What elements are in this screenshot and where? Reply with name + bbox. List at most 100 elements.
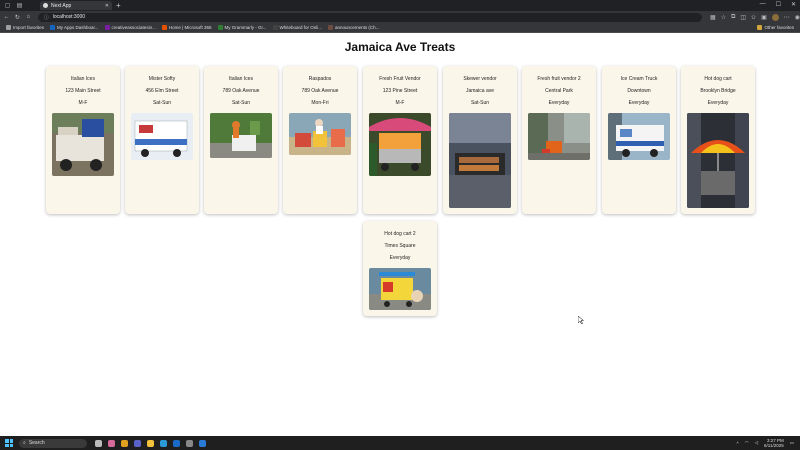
- refresh-icon[interactable]: ↻: [13, 14, 22, 21]
- vendor-card: Italian Ices 789 Oak Avenue Sat-Sun: [204, 66, 278, 214]
- fruit-stand-street-photo: [528, 113, 590, 160]
- vendor-card: Skewer vendor Jamaica ave Sat-Sun: [443, 66, 517, 214]
- home-icon[interactable]: ⌂: [24, 14, 33, 20]
- notifications-icon[interactable]: ▭: [790, 440, 794, 446]
- clock-date: 6/11/2025: [764, 443, 784, 448]
- vendor-card: Italian Ices 123 Main Street M-F: [46, 66, 120, 214]
- window-menu-icon[interactable]: ▢: [3, 1, 12, 10]
- toolbar-icons: ▦ ☆ ⧉ ◫ ✩ ▣ ⋯ ◉: [710, 13, 800, 21]
- bookmark-item[interactable]: announcements (Ch...: [328, 25, 379, 30]
- bookmark-item[interactable]: Import favorites: [6, 25, 44, 30]
- close-tab-icon[interactable]: ✕: [105, 3, 109, 9]
- bookmark-label: Home | Microsoft 365: [168, 25, 212, 30]
- site-info-icon[interactable]: ⓘ: [44, 14, 49, 21]
- search-icon: ⌕: [23, 440, 26, 446]
- settings-icon[interactable]: [186, 439, 193, 447]
- vendor-location: Jamaica ave: [465, 88, 495, 94]
- taskbar-search[interactable]: ⌕ Search: [19, 438, 87, 448]
- bookmark-item[interactable]: Home | Microsoft 365: [161, 25, 212, 30]
- vendor-days: Sat-Sun: [470, 100, 490, 106]
- vendor-days: M-F: [395, 100, 405, 106]
- bookmark-label: Import favorites: [13, 25, 45, 30]
- vendor-card: Hot dog cart 2 Times Square Everyday: [363, 221, 437, 316]
- bookmark-item[interactable]: Whiteboard for Onli...: [272, 25, 322, 30]
- folder-icon: [757, 25, 763, 30]
- teams-icon[interactable]: [134, 439, 141, 447]
- edge-icon[interactable]: [160, 439, 167, 447]
- vendor-days: Everyday: [707, 100, 729, 106]
- search-label: Search: [28, 440, 45, 446]
- browser-window: ▢ ▤ Next App ✕ + — ☐ ✕ ← ↻ ⌂ ⓘ localhost…: [0, 0, 800, 450]
- bookmark-icon: [161, 25, 167, 30]
- chevron-up-icon[interactable]: ^: [737, 441, 739, 446]
- favorite-star-icon[interactable]: ☆: [721, 14, 726, 21]
- bookmark-label: creativeassociatesin...: [111, 25, 156, 30]
- volume-icon[interactable]: ◁: [755, 440, 758, 446]
- copilot-app-icon[interactable]: [108, 439, 115, 447]
- vendor-card: Ice Cream Truck Downtown Everyday: [602, 66, 676, 214]
- bookmark-icon: [104, 25, 110, 30]
- vendor-card: Hot dog cart Brooklyn Bridge Everyday: [681, 66, 755, 214]
- skewer-grill-photo: [449, 113, 511, 208]
- ices-vendor-park-photo: [210, 113, 272, 158]
- vendor-location: Central Park: [545, 88, 573, 94]
- collections-icon[interactable]: ▣: [761, 14, 767, 21]
- raspados-stand-photo: [289, 113, 351, 155]
- bookmark-item[interactable]: My Grammarly - Gr...: [217, 25, 267, 30]
- system-tray: ^ ◠ ◁ 3:27 PM 6/11/2025 ▭: [737, 438, 794, 448]
- bookmark-label: announcements (Ch...: [335, 25, 380, 30]
- back-icon[interactable]: ←: [2, 14, 11, 20]
- profile-avatar[interactable]: [771, 13, 779, 21]
- extensions-icon[interactable]: ⧉: [731, 14, 735, 21]
- ices-cart-photo: [52, 113, 114, 176]
- wifi-icon[interactable]: ◠: [745, 440, 749, 446]
- other-favorites[interactable]: Other favorites: [757, 25, 794, 30]
- address-text: localhost:3000: [52, 14, 86, 20]
- vendor-card: Fresh Fruit Vendor 123 Pine Street M-F: [363, 66, 437, 214]
- vendor-name: Italian Ices: [71, 76, 95, 82]
- tab-actions-icon[interactable]: ▤: [15, 1, 24, 10]
- favorites-icon[interactable]: ✩: [751, 14, 756, 21]
- copilot-icon[interactable]: ◉: [795, 14, 800, 21]
- outlook-icon[interactable]: [173, 439, 180, 447]
- split-screen-icon[interactable]: ◫: [740, 14, 746, 21]
- close-window-icon[interactable]: ✕: [791, 1, 796, 8]
- vendor-days: Everyday: [628, 100, 650, 106]
- vendor-location: 123 Main Street: [65, 88, 101, 94]
- vendor-name: Hot dog cart: [704, 76, 732, 82]
- hot-dog-umbrella-photo: [687, 113, 749, 208]
- tab-bar: ▢ ▤ Next App ✕ + — ☐ ✕: [0, 0, 800, 11]
- tab-next-app[interactable]: Next App ✕: [40, 1, 112, 10]
- minimize-icon[interactable]: —: [760, 1, 766, 8]
- bookmark-icon: [6, 25, 11, 30]
- bookmark-item[interactable]: creativeassociatesin...: [104, 25, 156, 30]
- page-content: Jamaica Ave Treats Italian Ices 123 Main…: [0, 33, 800, 436]
- vendor-location: 789 Oak Avenue: [222, 88, 260, 94]
- vendor-days: Everyday: [548, 100, 570, 106]
- address-bar[interactable]: ⓘ localhost:3000: [37, 12, 703, 22]
- taskbar: ⌕ Search ^ ◠ ◁ 3:27 PM 6/11/2025 ▭: [0, 436, 800, 450]
- vendor-name: Raspados: [308, 76, 332, 82]
- bookmark-item[interactable]: My Apps Dashboar...: [50, 25, 99, 30]
- more-options-icon[interactable]: ⋯: [784, 14, 790, 21]
- tab-title: Next App: [51, 2, 72, 9]
- new-tab-button[interactable]: +: [116, 1, 121, 10]
- vendor-name: Fresh fruit vendor 2: [537, 76, 581, 82]
- vendor-card: Mister Softy 456 Elm Street Sat-Sun: [125, 66, 199, 214]
- read-aloud-icon[interactable]: ▦: [710, 14, 716, 21]
- vendor-card: Fresh fruit vendor 2 Central Park Everyd…: [522, 66, 596, 214]
- start-button[interactable]: [5, 439, 13, 447]
- page-title: Jamaica Ave Treats: [344, 40, 456, 54]
- clock[interactable]: 3:27 PM 6/11/2025: [764, 438, 784, 448]
- vscode-icon[interactable]: [199, 439, 206, 447]
- vendor-name: Ice Cream Truck: [620, 76, 658, 82]
- bookmarks-bar: Import favorites My Apps Dashboar... cre…: [0, 23, 800, 33]
- vendor-location: 456 Elm Street: [145, 88, 179, 94]
- file-explorer-icon[interactable]: [147, 439, 154, 447]
- vendor-days: Mon-Fri: [311, 100, 329, 106]
- bookmark-label: My Apps Dashboar...: [57, 25, 99, 30]
- chrome-icon[interactable]: [121, 439, 128, 447]
- maximize-icon[interactable]: ☐: [776, 1, 781, 8]
- vendor-location: Downtown: [627, 88, 651, 94]
- task-view-icon[interactable]: [95, 439, 102, 447]
